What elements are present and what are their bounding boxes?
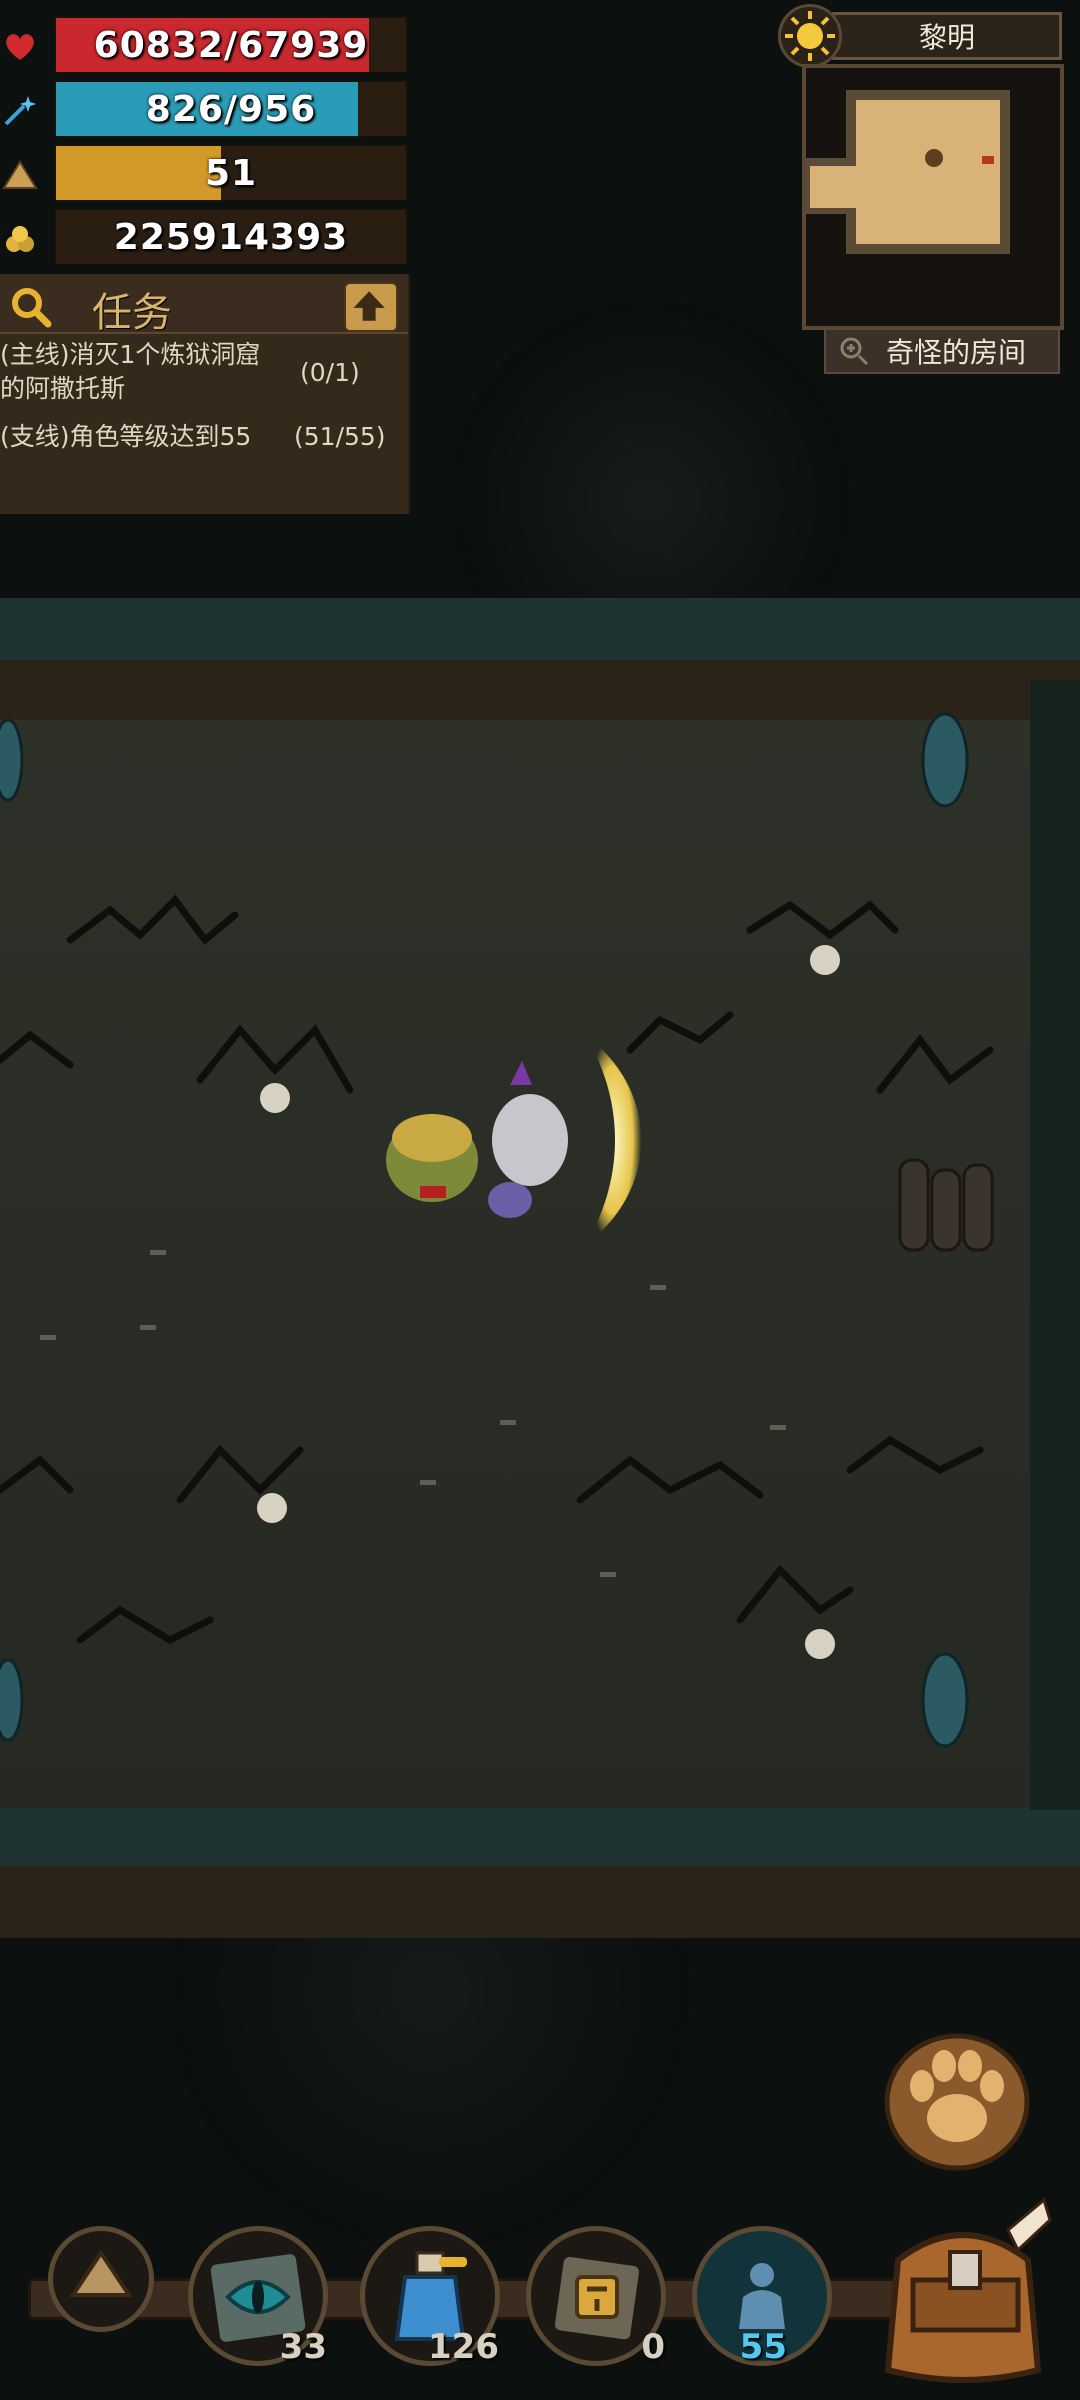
potion-count: 126 [428,2327,499,2367]
swap-skill-slot[interactable]: 0 [526,2226,666,2367]
quest-panel: 任务 (主线)消灭1个炼狱洞窟的阿撒托斯 (0/1) (支线)角色等级达到55 … [0,274,410,514]
ghost-skill-slot[interactable]: 55 [692,2226,832,2367]
up-triangle-icon [69,2249,133,2297]
heart-icon [6,34,34,60]
skill-count: 33 [279,2327,327,2367]
quest-item-progress: (0/1) [300,358,360,387]
room-name-button[interactable]: 奇怪的房间 [824,328,1060,374]
magnifier-icon[interactable] [8,284,54,330]
swap-count: 0 [641,2327,665,2367]
level-bar: 51 [0,144,408,202]
quest-header: 任务 [0,274,408,336]
zoom-in-icon [840,337,869,366]
frog-companion [386,1114,478,1202]
quest-item-progress: (51/55) [294,422,386,451]
mana-bar: 826/956 [0,80,408,138]
quest-item-text: (支线)角色等级达到55 [0,422,252,451]
time-of-day-indicator[interactable] [778,4,842,68]
potion-slot[interactable]: 126 [360,2226,500,2367]
gold-pile-icon [6,226,34,252]
quest-title: 任务 [92,290,172,336]
level-triangle-icon [2,160,38,189]
up-arrow-icon [353,291,385,321]
cat-eye-skill-slot[interactable]: 33 [188,2226,328,2367]
level-value: 51 [204,152,258,194]
health-bar: 60832/67939 [0,16,408,74]
backpack-icon [884,2197,1052,2383]
health-value: 60832/67939 [93,24,369,66]
pet-paw-button[interactable] [882,2012,1032,2172]
expand-menu-button[interactable] [48,2226,154,2332]
collapse-quest-button[interactable] [344,282,398,332]
magic-wand-icon [4,96,36,126]
time-of-day-label: 黎明 [832,12,1062,60]
backpack-button[interactable] [868,2190,1058,2390]
sun-icon [785,11,835,61]
minimap-map [806,68,1060,326]
room-name: 奇怪的房间 [886,336,1027,369]
quest-item-text: (主线)消灭1个炼狱洞窟的阿撒托斯 [0,340,261,403]
ghost-count: 55 [739,2327,787,2367]
gold-counter: 225914393 [0,208,408,266]
mana-value: 826/956 [145,88,317,130]
minimap[interactable] [802,64,1064,330]
gold-value: 225914393 [113,216,349,258]
